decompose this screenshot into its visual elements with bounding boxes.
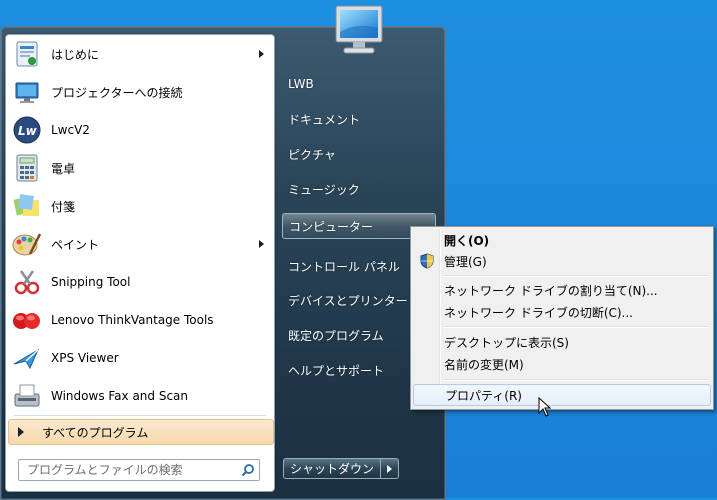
menu-item-label: ネットワーク ドライブの切断(C)... <box>444 305 634 320</box>
program-label: はじめに <box>51 47 100 62</box>
chevron-right-icon[interactable] <box>259 50 264 58</box>
program-item-paint[interactable]: ペイント <box>8 226 272 262</box>
place-label: 既定のプログラム <box>288 328 384 343</box>
program-label: ペイント <box>51 237 100 252</box>
all-programs-label: すべてのプログラム <box>42 425 149 440</box>
place-label: ピクチャ <box>288 147 336 162</box>
fax-scan-icon <box>11 380 43 412</box>
menu-item-label: 開く(O) <box>444 233 490 248</box>
programs-panel: はじめに プロジェクターへの接続 Lw LwcV2 電卓 付箋 ペイント Sni… <box>5 34 275 492</box>
computer-icon <box>335 5 383 54</box>
menu-item-label: 管理(G) <box>444 254 487 269</box>
shutdown-options-button[interactable] <box>381 458 399 479</box>
svg-text:Lw: Lw <box>18 124 38 138</box>
program-item-projector[interactable]: プロジェクターへの接続 <box>8 74 272 110</box>
place-label: デバイスとプリンター <box>288 293 408 308</box>
divider <box>14 415 266 416</box>
chevron-right-icon[interactable] <box>259 240 264 248</box>
program-label: プロジェクターへの接続 <box>51 85 183 100</box>
program-label: 電卓 <box>51 161 76 176</box>
shutdown-button[interactable]: シャットダウン <box>283 458 381 479</box>
place-label: LWB <box>288 77 314 91</box>
all-programs-button[interactable]: すべてのプログラム <box>8 419 274 445</box>
place-label: コンピューター <box>289 219 374 234</box>
program-item-lwcv2[interactable]: Lw LwcV2 <box>8 112 272 148</box>
lwcv2-icon: Lw <box>11 114 43 146</box>
getting-started-icon <box>11 38 43 70</box>
menu-item-disconnect-drive[interactable]: ネットワーク ドライブの切断(C)... <box>413 301 711 323</box>
menu-item-label: デスクトップに表示(S) <box>444 335 569 350</box>
place-documents[interactable]: ドキュメント <box>282 106 436 132</box>
triangle-right-icon <box>18 427 24 437</box>
program-label: LwcV2 <box>51 123 90 137</box>
program-label: XPS Viewer <box>51 351 119 365</box>
place-label: ヘルプとサポート <box>288 363 385 378</box>
sticky-notes-icon <box>11 190 43 222</box>
menu-item-rename[interactable]: 名前の変更(M) <box>413 353 711 375</box>
program-label: Snipping Tool <box>51 275 131 289</box>
calculator-icon <box>11 152 43 184</box>
place-pictures[interactable]: ピクチャ <box>282 141 436 167</box>
menu-item-map-drive[interactable]: ネットワーク ドライブの割り当て(N)... <box>413 279 711 301</box>
menu-item-label: 名前の変更(M) <box>444 357 524 372</box>
program-item-sticky-notes[interactable]: 付箋 <box>8 188 272 224</box>
paint-icon <box>11 228 43 260</box>
search-input[interactable] <box>25 462 239 478</box>
shield-icon <box>420 253 434 269</box>
program-item-thinkvantage[interactable]: Lenovo ThinkVantage Tools <box>8 302 272 338</box>
menu-item-properties[interactable]: プロパティ(R) <box>413 384 711 406</box>
menu-item-show-desktop[interactable]: デスクトップに表示(S) <box>413 331 711 353</box>
program-item-xps-viewer[interactable]: XPS Viewer <box>8 340 272 376</box>
place-user[interactable]: LWB <box>282 71 436 97</box>
place-label: ドキュメント <box>288 112 361 127</box>
menu-separator <box>442 379 710 381</box>
xps-viewer-icon <box>11 342 43 374</box>
program-label: Windows Fax and Scan <box>51 389 189 403</box>
thinkvantage-icon <box>11 304 43 336</box>
search-box[interactable] <box>18 459 260 481</box>
place-music[interactable]: ミュージック <box>282 176 436 202</box>
menu-item-label: プロパティ(R) <box>445 388 522 403</box>
program-item-fax-scan[interactable]: Windows Fax and Scan <box>8 378 272 414</box>
context-menu: 開く(O) 管理(G) ネットワーク ドライブの割り当て(N)... ネットワー… <box>410 226 714 410</box>
program-label: Lenovo ThinkVantage Tools <box>51 313 214 327</box>
mouse-cursor-icon <box>538 397 552 417</box>
menu-separator <box>442 275 710 277</box>
place-label: コントロール パネル <box>288 259 400 274</box>
program-item-getting-started[interactable]: はじめに <box>8 36 272 72</box>
menu-item-label: ネットワーク ドライブの割り当て(N)... <box>444 283 658 298</box>
program-item-calculator[interactable]: 電卓 <box>8 150 272 186</box>
menu-item-manage[interactable]: 管理(G) <box>413 250 711 272</box>
menu-separator <box>442 326 710 328</box>
program-item-snipping-tool[interactable]: Snipping Tool <box>8 264 272 300</box>
program-label: 付箋 <box>51 199 76 214</box>
shutdown-group: シャットダウン <box>283 458 399 479</box>
place-label: ミュージック <box>288 182 360 197</box>
search-icon[interactable] <box>241 463 255 477</box>
chevron-right-icon <box>387 464 392 473</box>
snipping-tool-icon <box>11 266 43 298</box>
projector-icon <box>11 76 43 108</box>
menu-item-open[interactable]: 開く(O) <box>413 229 711 251</box>
